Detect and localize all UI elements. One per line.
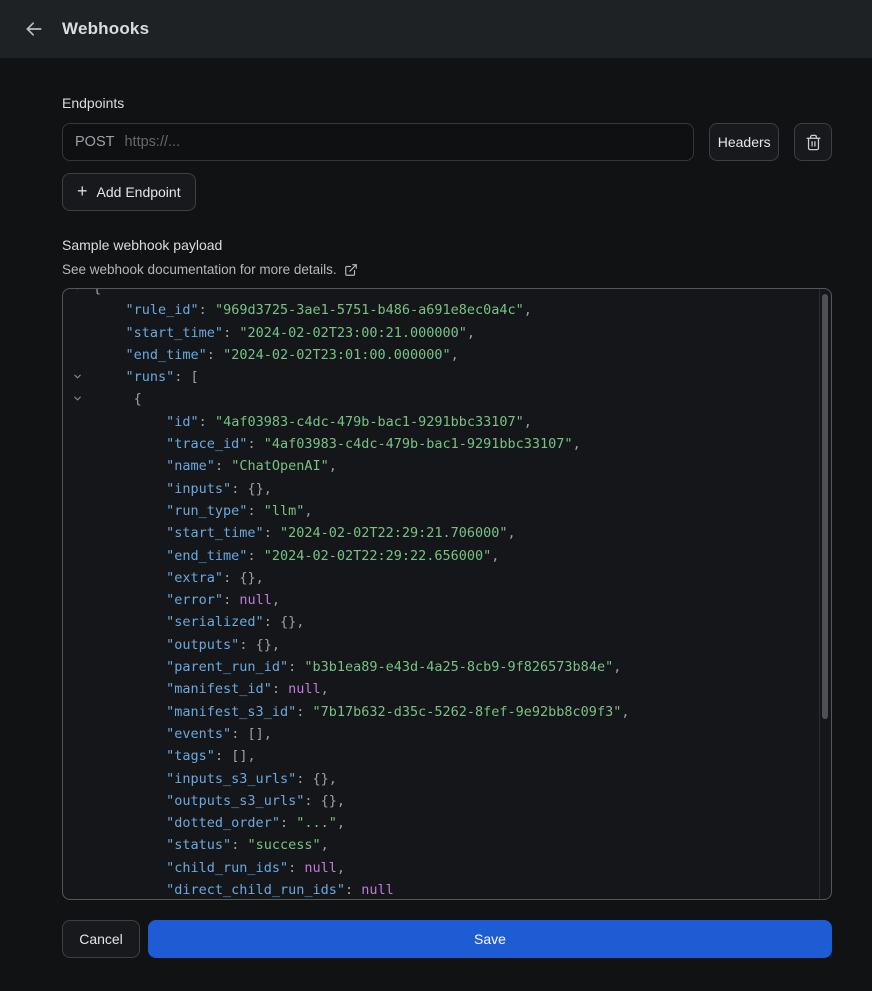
page-title: Webhooks [62,19,149,39]
fold-chevron-icon[interactable] [72,371,83,382]
code-line: "rule_id": "969d3725-3ae1-5751-b486-a691… [63,299,817,321]
footer-actions: Cancel Save [62,920,832,958]
fold-gutter [63,834,93,856]
code-line: "status": "success", [63,834,817,856]
fold-gutter [63,857,93,879]
fold-gutter [63,879,93,900]
fold-gutter [63,790,93,812]
fold-gutter [63,701,93,723]
http-method-label: POST [75,134,114,150]
fold-gutter [63,500,93,522]
scrollbar-track [819,289,831,899]
code-line: "inputs_s3_urls": {}, [63,768,817,790]
fold-gutter [63,589,93,611]
back-button[interactable] [24,19,44,39]
headers-button[interactable]: Headers [709,123,779,161]
code-line: "manifest_s3_id": "7b17b632-d35c-5262-8f… [63,701,817,723]
payload-editor[interactable]: { "rule_id": "969d3725-3ae1-5751-b486-a6… [62,288,832,900]
code-line: "outputs_s3_urls": {}, [63,790,817,812]
code-line: "child_run_ids": null, [63,857,817,879]
scrollbar-thumb[interactable] [822,294,828,719]
code-line: "events": [], [63,723,817,745]
cancel-button[interactable]: Cancel [62,920,140,958]
code-line: "end_time": "2024-02-02T23:01:00.000000"… [63,344,817,366]
fold-gutter [63,455,93,477]
code-line: "error": null, [63,589,817,611]
delete-endpoint-button[interactable] [794,123,832,161]
code-line: "direct_child_run_ids": null [63,879,817,900]
fold-gutter [63,388,93,410]
fold-gutter [63,745,93,767]
code-line: "tags": [], [63,745,817,767]
external-link-icon [344,263,358,277]
fold-gutter [63,288,93,299]
code-line: { [63,288,817,299]
endpoint-row: POST Headers [62,123,832,161]
fold-gutter [63,522,93,544]
fold-gutter [63,545,93,567]
fold-gutter [63,634,93,656]
code-line: "parent_run_id": "b3b1ea89-e43d-4a25-8cb… [63,656,817,678]
fold-gutter [63,768,93,790]
trash-icon [805,134,822,151]
fold-gutter [63,322,93,344]
add-endpoint-label: Add Endpoint [97,184,181,200]
code-line: "start_time": "2024-02-02T22:29:21.70600… [63,522,817,544]
fold-gutter [63,812,93,834]
code-line: "extra": {}, [63,567,817,589]
webhook-docs-link[interactable]: See webhook documentation for more detai… [62,262,358,277]
code-line: "inputs": {}, [63,478,817,500]
code-line: "serialized": {}, [63,611,817,633]
plus-icon: + [77,182,88,200]
code-line: "dotted_order": "...", [63,812,817,834]
fold-gutter [63,611,93,633]
fold-chevron-icon[interactable] [72,288,83,293]
code-line: "id": "4af03983-c4dc-479b-bac1-9291bbc33… [63,411,817,433]
code-line: "outputs": {}, [63,634,817,656]
endpoint-url-field[interactable] [124,134,681,150]
fold-gutter [63,656,93,678]
code-line: "manifest_id": null, [63,678,817,700]
fold-gutter [63,366,93,388]
code-line: { [63,388,817,410]
code-line: "runs": [ [63,366,817,388]
code-line: "trace_id": "4af03983-c4dc-479b-bac1-929… [63,433,817,455]
save-button[interactable]: Save [148,920,832,958]
fold-gutter [63,567,93,589]
endpoint-url-input[interactable]: POST [62,123,694,161]
fold-gutter [63,478,93,500]
code-content: { "rule_id": "969d3725-3ae1-5751-b486-a6… [63,288,831,900]
fold-gutter [63,299,93,321]
fold-gutter [63,678,93,700]
fold-gutter [63,433,93,455]
fold-chevron-icon[interactable] [72,393,83,404]
code-line: "end_time": "2024-02-02T22:29:22.656000"… [63,545,817,567]
arrow-left-icon [24,19,44,39]
fold-gutter [63,344,93,366]
webhook-docs-link-label: See webhook documentation for more detai… [62,262,337,277]
add-endpoint-button[interactable]: + Add Endpoint [62,173,196,211]
header: Webhooks [0,0,872,58]
fold-gutter [63,411,93,433]
code-line: "start_time": "2024-02-02T23:00:21.00000… [63,322,817,344]
endpoints-label: Endpoints [62,95,832,111]
payload-label: Sample webhook payload [62,237,832,253]
main-content: Endpoints POST Headers + Add Endpoint Sa… [0,58,872,958]
fold-gutter [63,723,93,745]
code-line: "name": "ChatOpenAI", [63,455,817,477]
code-line: "run_type": "llm", [63,500,817,522]
